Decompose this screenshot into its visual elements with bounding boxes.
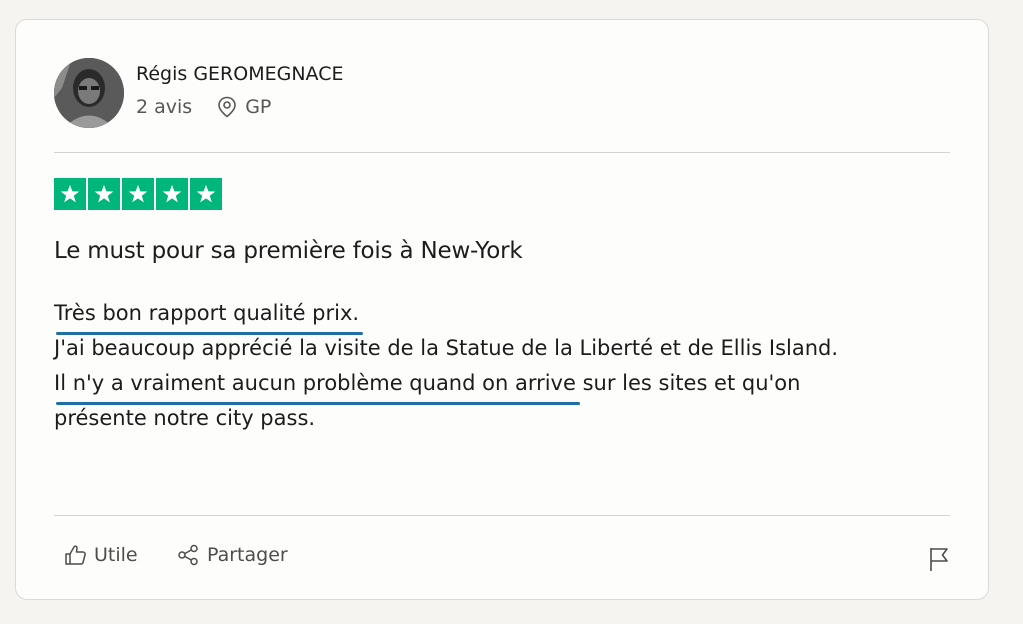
star-rating xyxy=(54,178,222,210)
useful-button[interactable]: Utile xyxy=(64,544,138,566)
divider-bottom xyxy=(54,515,950,516)
useful-label: Utile xyxy=(94,544,138,566)
location-pin-icon xyxy=(218,96,237,118)
review-title[interactable]: Le must pour sa première fois à New-York xyxy=(54,238,523,264)
star-icon xyxy=(156,178,188,210)
highlighted-text: Très bon rapport qualité prix. xyxy=(54,296,364,335)
reviews-count: 2 avis xyxy=(136,96,193,118)
avatar[interactable] xyxy=(54,58,124,128)
flag-icon xyxy=(930,548,948,571)
highlighted-text: Il n'y a vraiment aucun problème quand o… xyxy=(54,366,580,405)
report-button[interactable] xyxy=(928,546,950,577)
reviewer-header: Régis GEROMEGNACE 2 avis GP xyxy=(54,58,950,128)
review-line: Très bon rapport qualité prix. xyxy=(54,296,954,335)
star-icon xyxy=(190,178,222,210)
location-code: GP xyxy=(245,96,272,118)
review-card: Régis GEROMEGNACE 2 avis GP Le must pour… xyxy=(15,19,989,600)
review-line: Il n'y a vraiment aucun problème quand o… xyxy=(54,366,954,405)
review-line: J'ai beaucoup apprécié la visite de la S… xyxy=(54,331,954,366)
divider-top xyxy=(54,152,950,153)
star-icon xyxy=(122,178,154,210)
reviewer-meta: 2 avis GP xyxy=(136,96,271,118)
review-text: sur les sites et qu'on xyxy=(575,371,801,395)
star-icon xyxy=(88,178,120,210)
share-icon xyxy=(178,544,198,566)
star-icon xyxy=(54,178,86,210)
review-text: présente notre city pass. xyxy=(54,406,316,430)
review-body: Très bon rapport qualité prix. J'ai beauc… xyxy=(54,296,954,436)
reviewer-name[interactable]: Régis GEROMEGNACE xyxy=(136,63,343,85)
review-actions: Utile Partager xyxy=(64,544,950,574)
share-label: Partager xyxy=(207,544,288,566)
thumbs-up-icon xyxy=(65,545,86,565)
review-line: présente notre city pass. xyxy=(54,401,954,436)
reviewer-location: GP xyxy=(217,96,271,118)
share-button[interactable]: Partager xyxy=(177,544,288,566)
review-text: J'ai beaucoup apprécié la visite de la S… xyxy=(54,336,839,360)
